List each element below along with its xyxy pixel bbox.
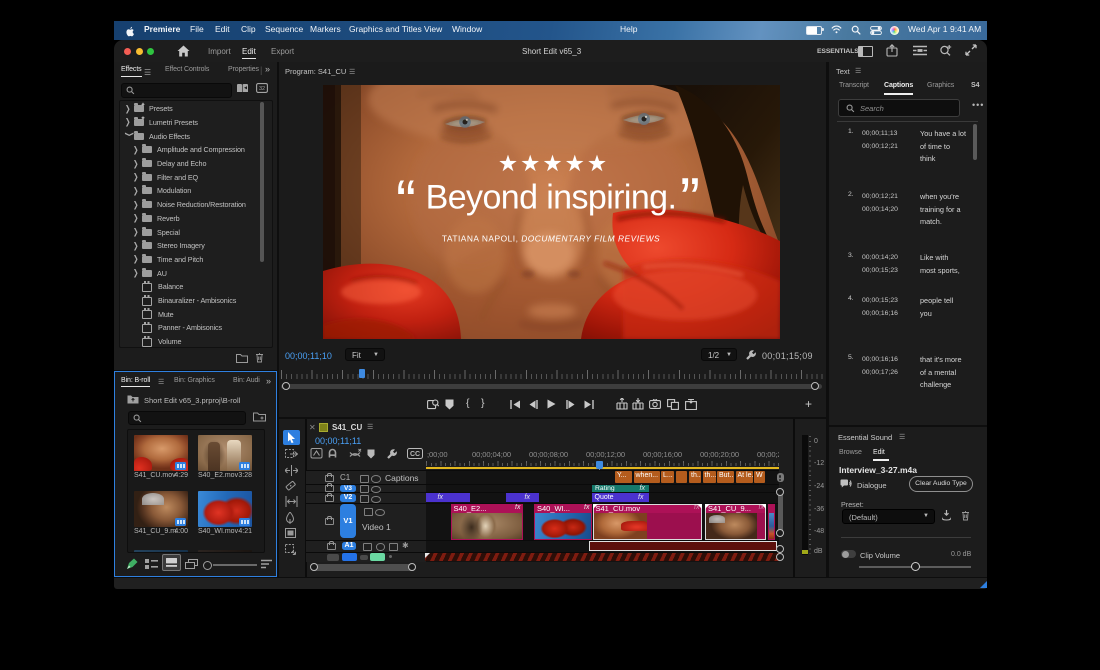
svg-text:TATIANA NAPOLI, DOCUMENTARY FI: TATIANA NAPOLI, DOCUMENTARY FILM REVIEWS	[442, 234, 660, 244]
svg-text:Beyond inspiring.: Beyond inspiring.	[426, 179, 677, 217]
svg-text:“: “	[396, 168, 416, 235]
svg-text:32: 32	[259, 86, 265, 92]
svg-text:CC: CC	[410, 451, 420, 458]
svg-text:”: ”	[680, 166, 700, 233]
